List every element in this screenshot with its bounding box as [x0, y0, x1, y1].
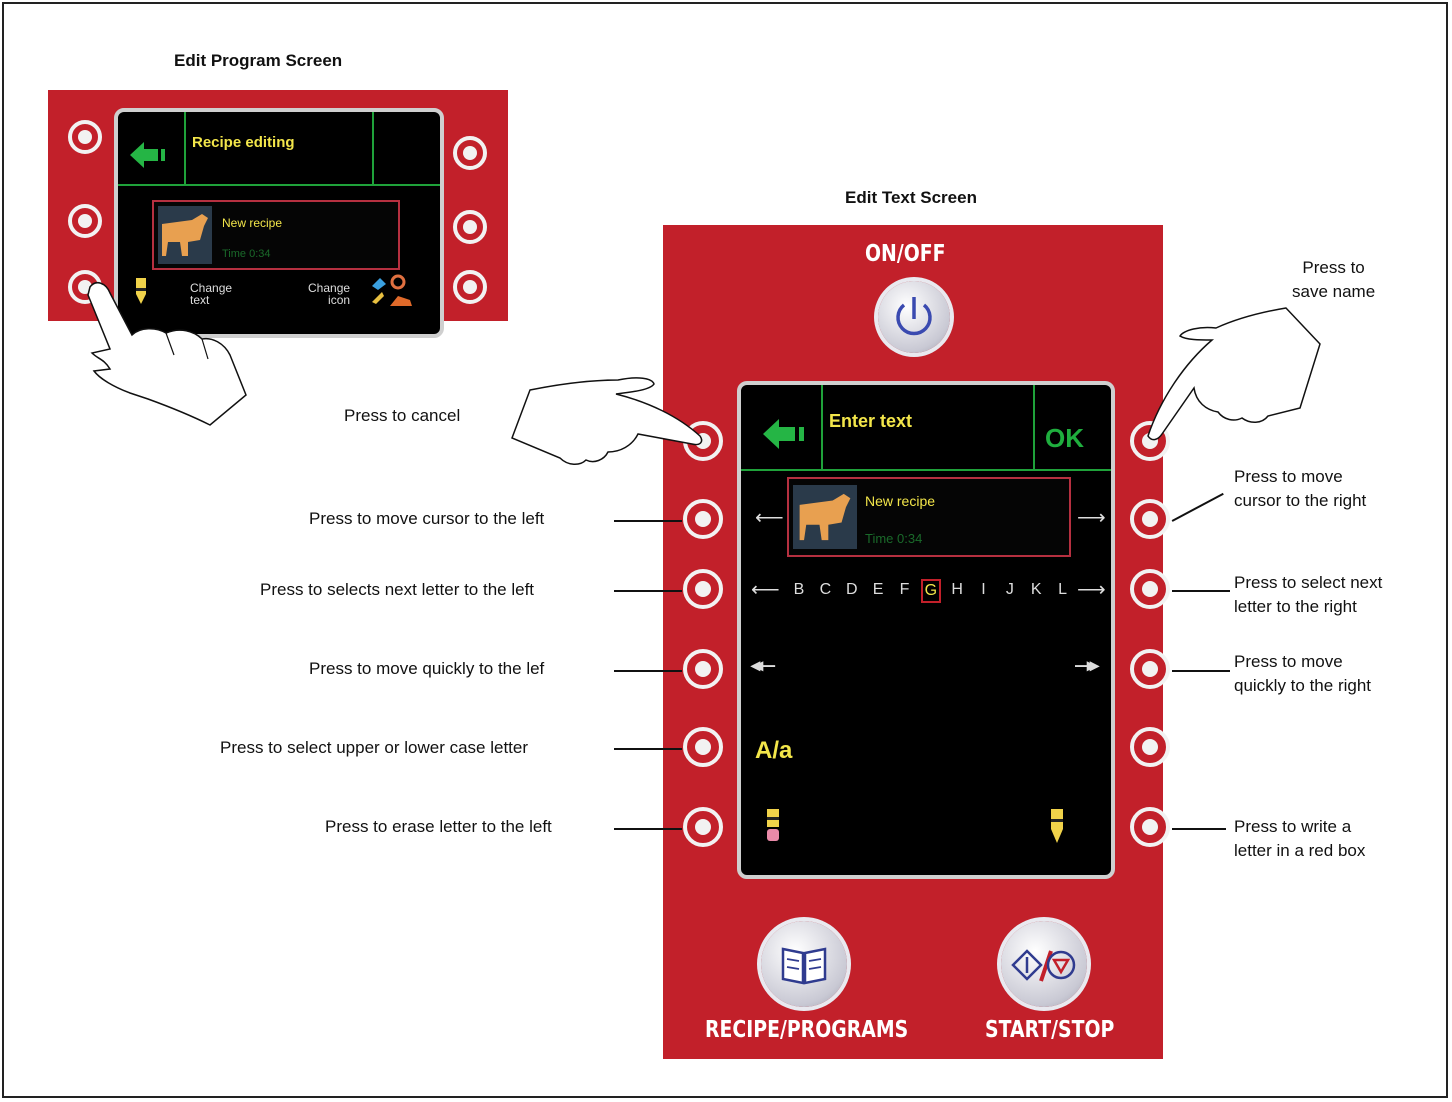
fast-right-arrow-icon: —▸▸: [1075, 655, 1099, 675]
change-icon-label[interactable]: Change icon: [308, 282, 350, 306]
callout-write: Press to write a letter in a red box: [1234, 817, 1366, 860]
small-right-button-1[interactable]: [453, 136, 487, 170]
recipe-time: Time 0:34: [865, 531, 923, 546]
small-recipe-box[interactable]: New recipe Time 0:34: [152, 200, 400, 270]
letter-i[interactable]: I: [974, 581, 994, 599]
quick-right-button[interactable]: [1130, 649, 1170, 689]
callout-quick-left: Press to move quickly to the lef: [309, 659, 545, 678]
callout-quick-right: Press to move quickly to the right: [1234, 652, 1372, 695]
letter-h[interactable]: H: [947, 581, 967, 599]
letter-j[interactable]: J: [1000, 581, 1020, 599]
letter-strip[interactable]: BCDEFGHIJKL: [789, 579, 1079, 605]
letter-g[interactable]: G: [920, 579, 941, 603]
letter-right-arrow-icon: ⟶: [1077, 579, 1106, 601]
food-icons: [372, 274, 412, 306]
cow-icon: [158, 206, 212, 264]
recipe-name-box[interactable]: New recipe Time 0:34: [787, 477, 1071, 557]
letter-left-arrow-icon: ⟵: [751, 579, 780, 601]
leader-write: [1172, 828, 1226, 830]
start-stop-label: START/STOP: [985, 1017, 1115, 1043]
small-recipe-time: Time 0:34: [222, 248, 271, 260]
small-screen-header: Recipe editing: [192, 134, 295, 151]
callout-save-name: Press to save name: [1292, 258, 1376, 301]
leader-cursor-left: [614, 520, 682, 522]
letter-k[interactable]: K: [1026, 581, 1046, 599]
letter-f[interactable]: F: [894, 581, 914, 599]
leader-letter-left: [614, 590, 682, 592]
back-arrow-icon[interactable]: [763, 419, 813, 449]
callout-letter-left: Press to selects next letter to the left: [260, 580, 535, 599]
cow-icon: [793, 485, 857, 549]
letter-d[interactable]: D: [842, 581, 862, 599]
screen-header-title: Enter text: [829, 411, 913, 431]
small-screen-divider-left: [184, 112, 186, 184]
case-toggle-label[interactable]: A/a: [755, 737, 792, 765]
cursor-right-button[interactable]: [1130, 499, 1170, 539]
callout-case: Press to select upper or lower case lett…: [220, 738, 529, 757]
write-letter-button[interactable]: [1130, 807, 1170, 847]
callout-letter-right: Press to select next letter to the right: [1234, 573, 1383, 616]
case-toggle-button[interactable]: [683, 727, 723, 767]
power-icon: [896, 297, 932, 336]
eraser-icon[interactable]: [763, 809, 785, 845]
edit-program-title: Edit Program Screen: [174, 51, 343, 70]
recipe-programs-button[interactable]: [761, 921, 847, 1007]
small-left-button-2[interactable]: [68, 204, 102, 238]
start-stop-icon: [1011, 949, 1076, 982]
callout-cursor-left: Press to move cursor to the left: [309, 509, 545, 528]
recipe-programs-label: RECIPE/PROGRAMS: [705, 1017, 909, 1043]
recipe-name: New recipe: [865, 493, 936, 509]
ok-label[interactable]: OK: [1045, 423, 1084, 454]
erase-button[interactable]: [683, 807, 723, 847]
book-icon: [781, 947, 827, 985]
pencil-icon[interactable]: [1047, 809, 1069, 845]
edit-text-panel: ON/OFF Enter text OK ⟵ New recipe Time 0…: [663, 225, 1170, 1059]
leader-quick-left: [614, 670, 682, 672]
small-screen-divider: [118, 184, 440, 186]
letter-e[interactable]: E: [868, 581, 888, 599]
callout-erase: Press to erase letter to the left: [325, 817, 552, 836]
small-left-button-1[interactable]: [68, 120, 102, 154]
on-off-label: ON/OFF: [865, 241, 946, 267]
cursor-right-arrow-icon: ⟶: [1077, 507, 1106, 529]
start-stop-button[interactable]: [1001, 921, 1087, 1007]
leader-erase: [614, 828, 682, 830]
letter-b[interactable]: B: [789, 581, 809, 599]
header-divider-left: [821, 385, 823, 469]
cursor-left-button[interactable]: [683, 499, 723, 539]
letter-c[interactable]: C: [815, 581, 835, 599]
fast-left-arrow-icon: ◂◂—: [751, 655, 775, 675]
cursor-left-arrow-icon: ⟵: [755, 507, 784, 529]
leader-case: [614, 748, 682, 750]
letter-left-button[interactable]: [683, 569, 723, 609]
back-arrow-icon[interactable]: [130, 142, 172, 168]
small-screen-divider-right: [372, 112, 374, 184]
leader-letter-right: [1172, 590, 1230, 592]
small-right-button-2[interactable]: [453, 210, 487, 244]
callout-cancel: Press to cancel: [344, 406, 461, 425]
pointing-hand-icon-save: [1147, 307, 1321, 441]
edit-text-title: Edit Text Screen: [845, 188, 977, 207]
edit-text-screen: Enter text OK ⟵ New recipe Time 0:34 ⟶ ⟵…: [737, 381, 1115, 879]
power-button[interactable]: [878, 281, 950, 353]
pointing-hand-icon-small: [87, 282, 247, 426]
small-right-button-3[interactable]: [453, 270, 487, 304]
header-divider: [741, 469, 1111, 471]
pointing-hand-icon-cancel: [511, 377, 703, 465]
letter-right-button[interactable]: [1130, 569, 1170, 609]
right-blank-button[interactable]: [1130, 727, 1170, 767]
header-divider-right: [1033, 385, 1035, 469]
letter-l[interactable]: L: [1053, 581, 1073, 599]
leader-quick-right: [1172, 670, 1230, 672]
small-recipe-name: New recipe: [222, 216, 283, 230]
quick-left-button[interactable]: [683, 649, 723, 689]
callout-cursor-right: Press to move cursor to the right: [1234, 467, 1367, 510]
